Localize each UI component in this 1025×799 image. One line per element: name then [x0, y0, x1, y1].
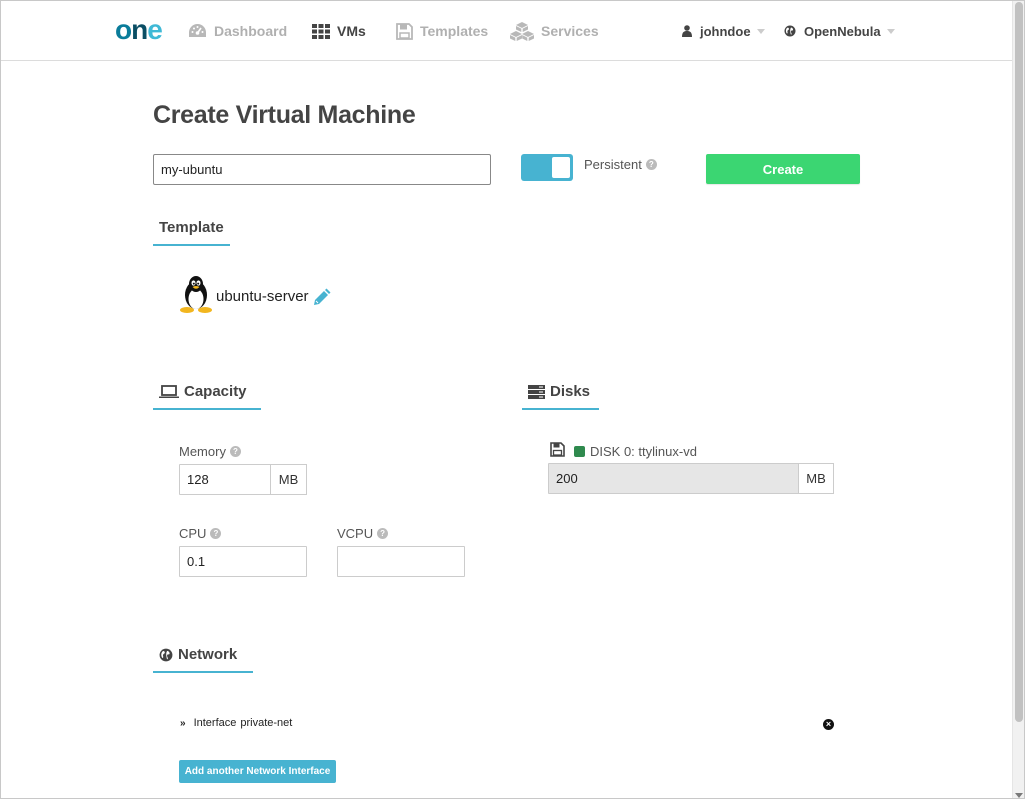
disk-size-input: 200 — [548, 463, 799, 494]
zone-name: OpenNebula — [804, 23, 881, 39]
chevron-double-down-icon[interactable]: » — [180, 718, 186, 729]
app-window: one Dashboard VMs Templates Services joh… — [0, 0, 1025, 799]
grid-icon — [312, 23, 330, 39]
nav-templates[interactable]: Templates — [396, 21, 488, 41]
vcpu-input[interactable] — [337, 546, 465, 577]
interface-label: Interface — [193, 717, 237, 729]
memory-unit-select[interactable]: MB — [270, 464, 307, 495]
zone-menu[interactable]: OpenNebula — [784, 21, 895, 41]
scrollbar-thumb[interactable] — [1015, 2, 1023, 722]
add-network-interface-button[interactable]: Add another Network Interface — [179, 760, 336, 783]
selected-template: ubuntu-server — [180, 275, 331, 318]
help-icon[interactable]: ? — [229, 446, 241, 457]
globe-icon — [784, 25, 796, 37]
vcpu-label: VCPU — [337, 526, 374, 541]
user-icon — [682, 25, 692, 37]
help-icon[interactable]: ? — [210, 528, 222, 539]
help-icon[interactable]: ? — [645, 159, 657, 170]
scroll-down-arrow-icon[interactable] — [1015, 793, 1023, 798]
disk-header: DISK 0: ttylinux-vd — [550, 442, 697, 460]
user-name: johndoe — [700, 23, 751, 39]
disk-label: DISK 0: ttylinux-vd — [590, 443, 697, 459]
laptop-icon — [159, 384, 179, 399]
template-section-label: Template — [159, 219, 224, 236]
capacity-section-label: Capacity — [184, 383, 247, 400]
floppy-icon — [396, 22, 413, 40]
nav-services[interactable]: Services — [510, 21, 599, 41]
dashboard-icon — [188, 23, 207, 39]
remove-interface-icon[interactable]: × — [823, 719, 834, 730]
toggle-knob — [552, 157, 570, 178]
template-name: ubuntu-server — [216, 288, 309, 305]
cubes-icon — [510, 21, 534, 41]
persistent-toggle[interactable] — [521, 154, 573, 181]
persistent-label-group: Persistent ? — [584, 157, 657, 172]
capacity-section-title: Capacity — [153, 383, 261, 410]
persistent-label: Persistent — [584, 157, 642, 172]
vm-name-input[interactable] — [153, 154, 491, 185]
nav-services-label: Services — [541, 23, 599, 39]
interface-name: private-net — [240, 717, 293, 729]
chevron-down-icon — [886, 28, 895, 34]
disks-section-label: Disks — [550, 383, 591, 400]
pencil-icon[interactable] — [312, 288, 331, 306]
nav-vms-label: VMs — [337, 23, 366, 39]
network-section-title: Network — [153, 646, 253, 673]
opennebula-logo[interactable]: one — [115, 15, 163, 45]
cpu-input[interactable]: 0.1 — [179, 546, 307, 577]
floppy-icon — [550, 442, 565, 460]
nav-templates-label: Templates — [420, 23, 489, 39]
top-navbar: one Dashboard VMs Templates Services joh… — [1, 1, 1012, 61]
cpu-label: CPU — [179, 526, 207, 541]
nav-dashboard-label: Dashboard — [214, 23, 288, 39]
scrollbar[interactable] — [1012, 1, 1024, 798]
disk-status-square — [574, 445, 585, 457]
nav-vms[interactable]: VMs — [312, 21, 366, 41]
nav-dashboard[interactable]: Dashboard — [188, 21, 287, 41]
memory-input[interactable]: 128 — [179, 464, 271, 495]
user-menu[interactable]: johndoe — [682, 21, 765, 41]
memory-label: Memory — [179, 444, 226, 459]
network-interface-row[interactable]: » Interface private-net — [180, 717, 292, 729]
help-icon[interactable]: ? — [377, 528, 389, 539]
disk-unit-select[interactable]: MB — [798, 463, 834, 494]
cpu-label-group: CPU ? — [179, 526, 222, 541]
page-title: Create Virtual Machine — [153, 101, 416, 129]
globe-icon — [159, 648, 173, 662]
template-section-title: Template — [153, 219, 230, 246]
linux-tux-icon — [180, 275, 212, 318]
memory-label-group: Memory ? — [179, 444, 241, 459]
chevron-down-icon — [756, 28, 765, 34]
disks-section-title: Disks — [522, 383, 599, 410]
network-section-label: Network — [178, 646, 238, 663]
server-stack-icon — [528, 384, 545, 399]
vcpu-label-group: VCPU ? — [337, 526, 389, 541]
create-button[interactable]: Create — [706, 154, 860, 184]
